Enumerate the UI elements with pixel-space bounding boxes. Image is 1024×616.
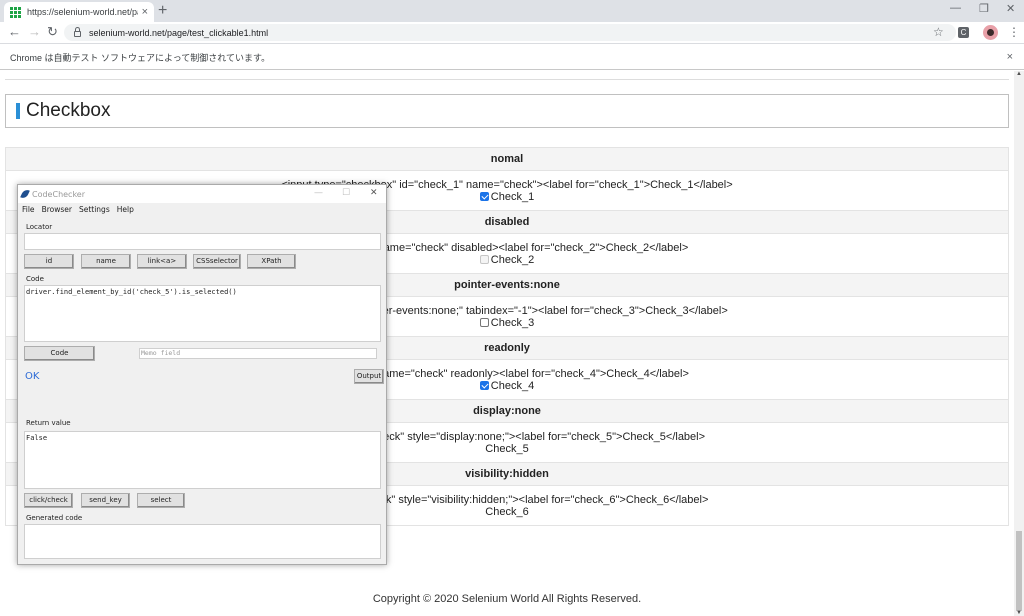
footer-copyright: Copyright © 2020 Selenium World All Righ… xyxy=(372,593,642,605)
section-heading: Checkbox xyxy=(5,94,1009,128)
menu-file[interactable]: File xyxy=(22,205,35,214)
link-button[interactable]: link<a> xyxy=(137,254,187,269)
restore-icon[interactable]: ❐ xyxy=(979,2,989,15)
status-ok: OK xyxy=(25,371,40,382)
cc-close-icon[interactable]: ✕ xyxy=(370,188,378,198)
infobar-text: Chrome は自動テスト ソフトウェアによって制御されています。 xyxy=(10,52,271,63)
codechecker-menubar: File Browser Settings Help xyxy=(18,203,386,215)
tab-close-icon[interactable]: × xyxy=(142,6,148,18)
browser-tab[interactable]: https://selenium-world.net/page/test_cli… xyxy=(4,2,154,22)
menu-settings[interactable]: Settings xyxy=(79,205,110,214)
menu-browser[interactable]: Browser xyxy=(42,205,72,214)
feather-icon xyxy=(20,188,30,200)
generated-code-textarea[interactable] xyxy=(24,524,381,559)
checkbox-label[interactable]: Check_3 xyxy=(491,317,534,329)
scroll-down-icon[interactable]: ▼ xyxy=(1016,610,1022,616)
locator-label: Locator xyxy=(26,223,53,231)
lock-icon xyxy=(74,27,81,37)
locator-input[interactable] xyxy=(24,233,381,250)
infobar-close-icon[interactable]: × xyxy=(1007,51,1013,63)
cc-maximize-icon[interactable]: ☐ xyxy=(342,188,350,198)
xpath-button[interactable]: XPath xyxy=(247,254,296,269)
code-textarea[interactable]: driver.find_element_by_id('check_5').is_… xyxy=(24,285,381,342)
checkbox-checked[interactable] xyxy=(479,191,489,201)
page-scrollbar[interactable]: ▲ ▼ xyxy=(1014,71,1024,616)
checkbox-disabled xyxy=(479,254,489,264)
checkbox-label: Check_5 xyxy=(485,442,529,455)
url-text: selenium-world.net/page/test_clickable1.… xyxy=(89,27,269,38)
checkbox-checked[interactable] xyxy=(479,380,489,390)
memo-field[interactable]: Memo field xyxy=(139,348,377,359)
cssselector-button[interactable]: CSSselector xyxy=(193,254,241,269)
name-button[interactable]: name xyxy=(81,254,131,269)
minimize-icon[interactable]: — xyxy=(950,2,961,14)
return-value-label: Return value xyxy=(26,419,71,427)
bookmark-star-icon[interactable]: ☆ xyxy=(933,25,944,39)
checkbox-unchecked[interactable] xyxy=(479,317,489,327)
tab-title: https://selenium-world.net/page/test_cli… xyxy=(27,7,138,17)
output-button[interactable]: Output xyxy=(354,369,384,384)
row-heading: nomal xyxy=(5,147,1009,171)
return-value-textarea[interactable]: False xyxy=(24,431,381,489)
codechecker-title: CodeChecker xyxy=(32,189,86,199)
scrollbar-thumb[interactable] xyxy=(1016,531,1022,611)
scroll-up-icon[interactable]: ▲ xyxy=(1016,71,1022,77)
forward-arrow-icon[interactable]: → xyxy=(28,24,41,39)
site-favicon-icon xyxy=(10,6,21,18)
browser-menu-icon[interactable]: ⋮ xyxy=(1008,25,1020,39)
menu-help[interactable]: Help xyxy=(117,205,134,214)
browser-toolbar: ← → ↻ selenium-world.net/page/test_click… xyxy=(0,22,1024,44)
divider xyxy=(5,71,1009,80)
code-label: Code xyxy=(26,275,44,283)
tab-strip: https://selenium-world.net/page/test_cli… xyxy=(0,0,1024,22)
code-button[interactable]: Code xyxy=(24,346,95,361)
profile-avatar[interactable] xyxy=(983,25,998,40)
extension-icon[interactable]: C xyxy=(958,27,969,38)
id-button[interactable]: id xyxy=(24,254,74,269)
checkbox-label[interactable]: Check_1 xyxy=(491,191,534,203)
checkbox-label: Check_6 xyxy=(485,505,529,518)
select-button[interactable]: select xyxy=(137,493,185,508)
codechecker-titlebar: CodeChecker — ☐ ✕ xyxy=(18,185,386,203)
codechecker-window: CodeChecker — ☐ ✕ File Browser Settings … xyxy=(17,184,387,565)
heading-accent-bar xyxy=(16,103,20,119)
cc-minimize-icon[interactable]: — xyxy=(314,188,323,198)
address-bar[interactable]: selenium-world.net/page/test_clickable1.… xyxy=(64,24,956,41)
click-check-button[interactable]: click/check xyxy=(24,493,73,508)
back-arrow-icon[interactable]: ← xyxy=(8,24,21,39)
checkbox-label: Check_2 xyxy=(490,253,535,266)
window-close-icon[interactable]: ✕ xyxy=(1006,2,1015,15)
section-title: Checkbox xyxy=(26,100,111,121)
send-key-button[interactable]: send_key xyxy=(81,493,130,508)
new-tab-button[interactable]: + xyxy=(158,2,167,20)
checkbox-label[interactable]: Check_4 xyxy=(491,380,534,392)
automation-infobar: Chrome は自動テスト ソフトウェアによって制御されています。 × xyxy=(0,45,1024,70)
generated-code-label: Generated code xyxy=(26,514,83,522)
reload-icon[interactable]: ↻ xyxy=(47,24,58,40)
